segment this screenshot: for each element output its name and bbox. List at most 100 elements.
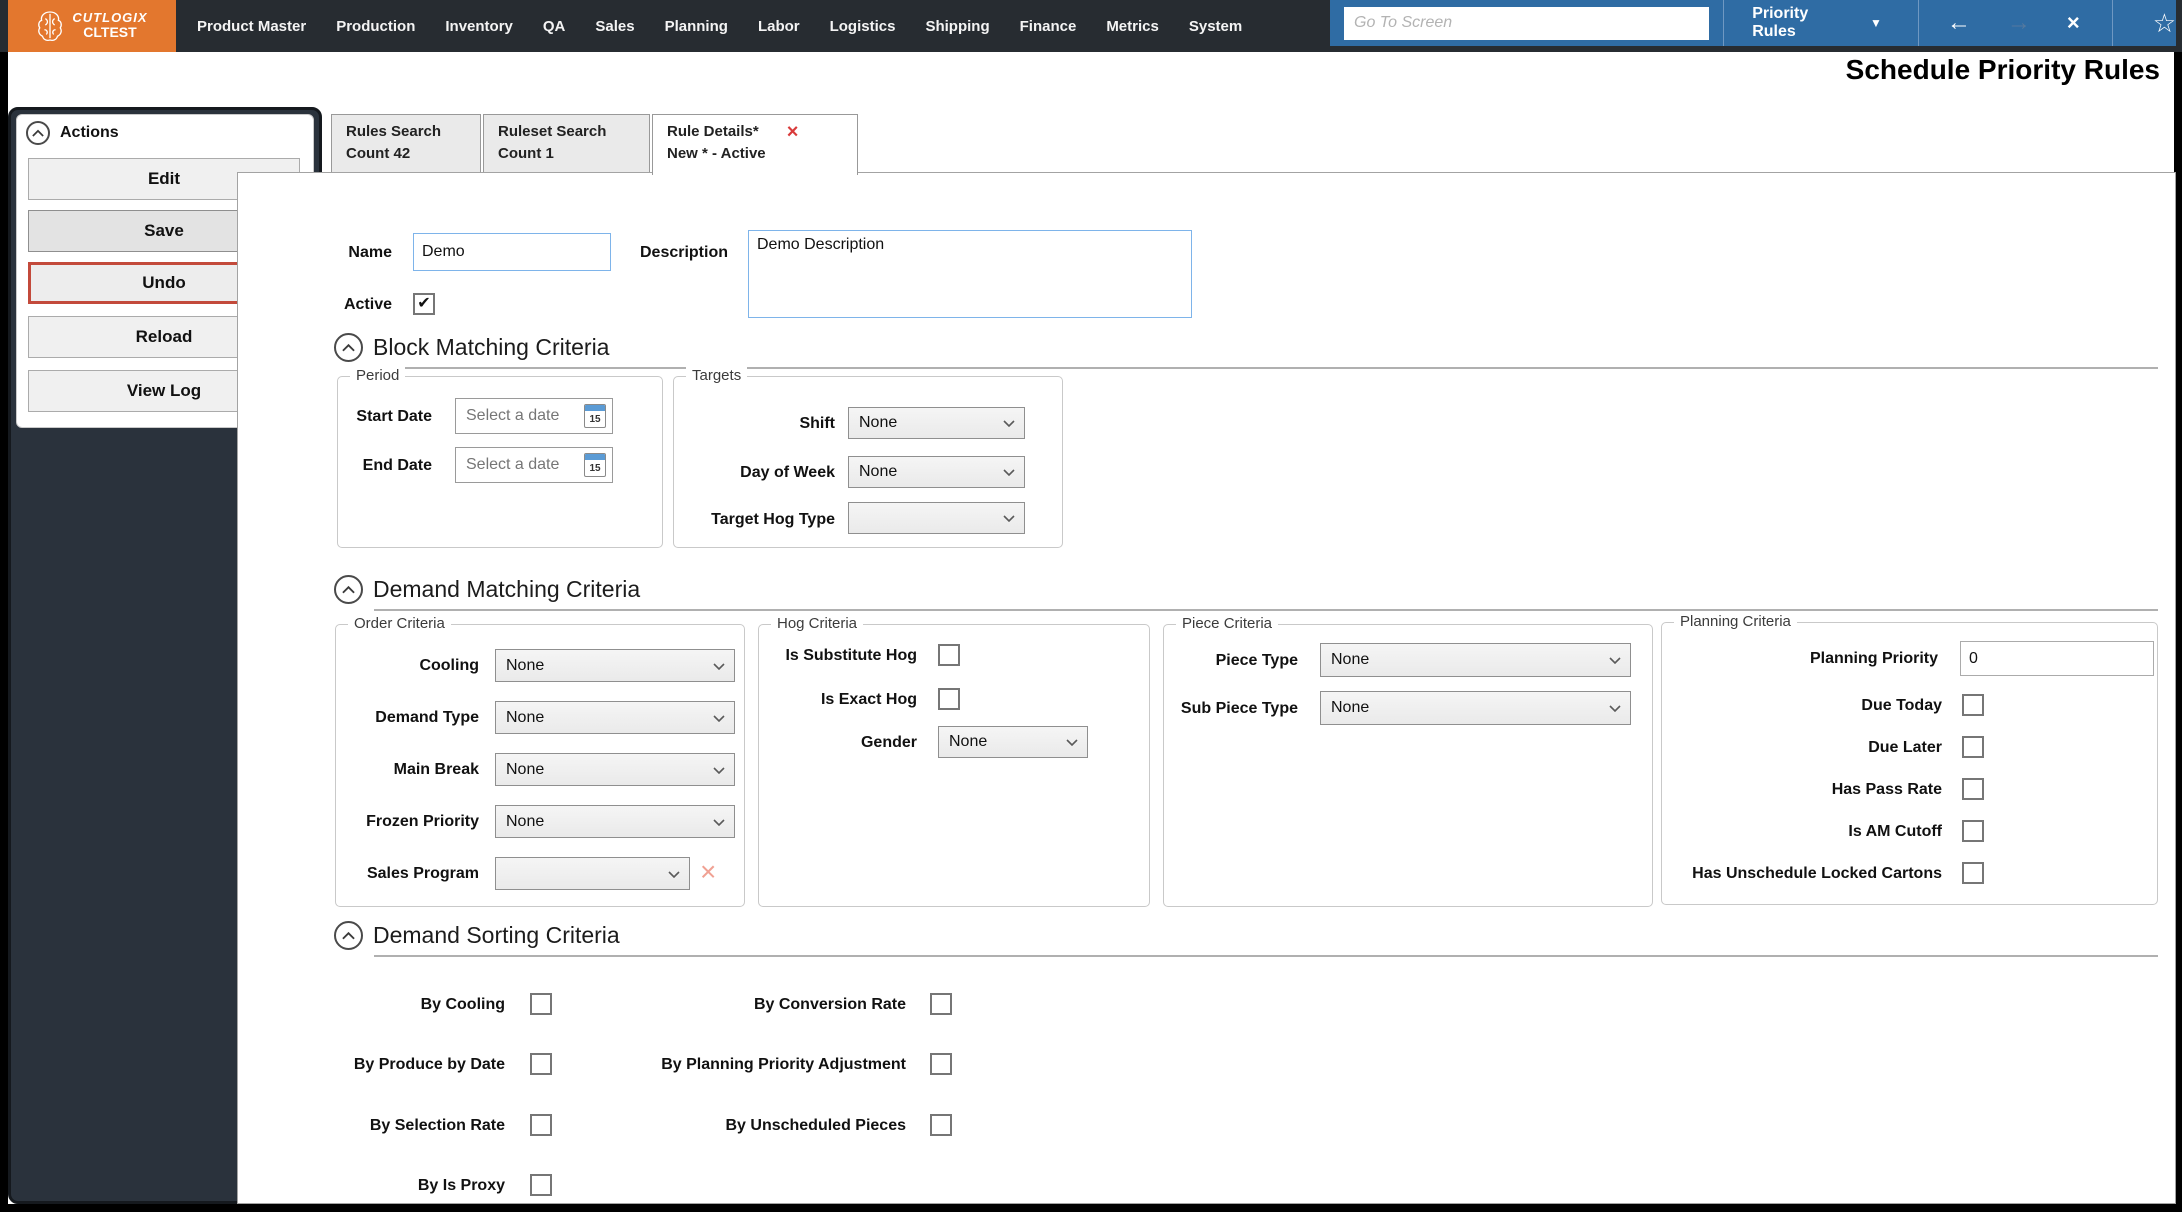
screen-selector-value: Priority Rules xyxy=(1752,5,1809,40)
by-conversion-rate-checkbox[interactable]: ✔ xyxy=(930,993,952,1015)
menu-qa[interactable]: QA xyxy=(528,18,581,35)
hog-criteria-groupbox: Hog Criteria xyxy=(758,615,1150,907)
menu-metrics[interactable]: Metrics xyxy=(1091,18,1174,35)
due-today-label: Due Today xyxy=(1861,697,1942,714)
sales-program-select[interactable] xyxy=(495,857,690,890)
menu-sales[interactable]: Sales xyxy=(580,18,649,35)
frozen-priority-select-value: None xyxy=(506,812,545,830)
tab-close-icon[interactable]: × xyxy=(787,122,799,142)
cooling-select[interactable]: None xyxy=(495,649,735,682)
due-later-label: Due Later xyxy=(1868,739,1942,756)
due-later-checkbox[interactable]: ✔ xyxy=(1962,736,1984,758)
tab-ruleset-search[interactable]: Ruleset Search Count 1 xyxy=(483,114,650,173)
by-planning-priority-adjustment-checkbox[interactable]: ✔ xyxy=(930,1053,952,1075)
active-checkbox[interactable]: ✔ xyxy=(413,293,435,315)
by-produce-by-date-label: By Produce by Date xyxy=(353,1056,505,1073)
is-substitute-hog-checkbox[interactable]: ✔ xyxy=(938,644,960,666)
cooling-label: Cooling xyxy=(419,657,479,674)
has-unschedule-locked-cartons-checkbox[interactable]: ✔ xyxy=(1962,862,1984,884)
target-hog-type-select[interactable] xyxy=(848,502,1025,534)
chevron-down-icon xyxy=(1609,705,1621,712)
chevron-down-icon xyxy=(713,818,725,826)
is-am-cutoff-checkbox[interactable]: ✔ xyxy=(1962,820,1984,842)
by-is-proxy-label: By Is Proxy xyxy=(417,1177,505,1194)
menu-production[interactable]: Production xyxy=(321,18,430,35)
menu-shipping[interactable]: Shipping xyxy=(910,18,1004,35)
forward-arrow-icon[interactable]: → xyxy=(2007,11,2031,35)
piece-type-select[interactable]: None xyxy=(1320,643,1631,677)
sub-piece-type-select-value: None xyxy=(1331,699,1370,716)
by-unscheduled-pieces-checkbox[interactable]: ✔ xyxy=(930,1114,952,1136)
has-pass-rate-label: Has Pass Rate xyxy=(1831,781,1942,798)
gender-select[interactable]: None xyxy=(938,726,1088,758)
by-is-proxy-checkbox[interactable]: ✔ xyxy=(530,1174,552,1196)
by-produce-by-date-checkbox[interactable]: ✔ xyxy=(530,1053,552,1075)
demand-type-select[interactable]: None xyxy=(495,701,735,734)
collapse-icon[interactable] xyxy=(334,921,363,950)
toolbar-divider xyxy=(1723,0,1725,46)
end-date-input[interactable]: Select a date 15 xyxy=(455,447,613,483)
sub-piece-type-select[interactable]: None xyxy=(1320,691,1631,725)
menu-planning[interactable]: Planning xyxy=(650,18,743,35)
main-menu: Product Master Production Inventory QA S… xyxy=(182,0,1257,52)
demand-sorting-header: Demand Sorting Criteria xyxy=(334,921,620,950)
toolbar-divider xyxy=(2111,0,2113,46)
back-arrow-icon[interactable]: ← xyxy=(1947,11,1971,35)
brand-environment: CLTEST xyxy=(83,24,137,41)
go-to-screen-input[interactable] xyxy=(1344,6,1710,40)
collapse-icon[interactable] xyxy=(26,121,50,145)
has-pass-rate-checkbox[interactable]: ✔ xyxy=(1962,778,1984,800)
by-cooling-label: By Cooling xyxy=(420,996,505,1013)
by-unscheduled-pieces-label: By Unscheduled Pieces xyxy=(725,1117,906,1134)
has-unschedule-locked-cartons-label: Has Unschedule Locked Cartons xyxy=(1692,865,1942,882)
frozen-priority-select[interactable]: None xyxy=(495,805,735,838)
start-date-input[interactable]: Select a date 15 xyxy=(455,398,613,434)
menu-system[interactable]: System xyxy=(1174,18,1257,35)
favorite-star-icon[interactable]: ☆ xyxy=(2153,8,2176,39)
start-date-label: Start Date xyxy=(356,408,432,425)
chevron-down-icon xyxy=(1609,657,1621,664)
chevron-down-icon xyxy=(1003,515,1015,522)
close-screen-icon[interactable]: × xyxy=(2067,10,2080,36)
period-legend: Period xyxy=(350,367,406,384)
main-break-select[interactable]: None xyxy=(495,753,735,786)
clear-sales-program-icon[interactable]: × xyxy=(700,858,716,886)
hog-criteria-legend: Hog Criteria xyxy=(771,615,864,632)
actions-title: Actions xyxy=(60,124,119,141)
chevron-down-icon xyxy=(713,714,725,722)
gender-label: Gender xyxy=(860,734,917,751)
is-exact-hog-checkbox[interactable]: ✔ xyxy=(938,688,960,710)
toolbar-divider xyxy=(1917,0,1919,46)
menu-labor[interactable]: Labor xyxy=(743,18,815,35)
day-of-week-select[interactable]: None xyxy=(848,456,1025,488)
checkmark-icon: ✔ xyxy=(417,295,431,312)
block-matching-header: Block Matching Criteria xyxy=(334,333,609,362)
tab-rule-details[interactable]: Rule Details* × New * - Active xyxy=(652,114,858,175)
day-of-week-select-value: None xyxy=(859,463,898,480)
section-divider xyxy=(374,955,2158,957)
name-input[interactable] xyxy=(413,233,611,271)
tab-rules-search[interactable]: Rules Search Count 42 xyxy=(331,114,481,173)
piece-type-select-value: None xyxy=(1331,651,1370,668)
by-selection-rate-label: By Selection Rate xyxy=(369,1117,505,1134)
calendar-icon[interactable]: 15 xyxy=(584,404,606,428)
demand-type-select-value: None xyxy=(506,708,545,726)
due-today-checkbox[interactable]: ✔ xyxy=(1962,694,1984,716)
menu-inventory[interactable]: Inventory xyxy=(430,18,528,35)
day-of-week-label: Day of Week xyxy=(740,464,835,481)
collapse-icon[interactable] xyxy=(334,333,363,362)
menu-finance[interactable]: Finance xyxy=(1005,18,1092,35)
menu-product-master[interactable]: Product Master xyxy=(182,18,321,35)
actions-header: Actions xyxy=(26,121,119,145)
screen-selector-dropdown[interactable]: Priority Rules ▼ xyxy=(1730,5,1904,41)
order-criteria-legend: Order Criteria xyxy=(348,615,451,632)
section-divider xyxy=(374,367,2158,369)
by-cooling-checkbox[interactable]: ✔ xyxy=(530,993,552,1015)
by-selection-rate-checkbox[interactable]: ✔ xyxy=(530,1114,552,1136)
shift-select[interactable]: None xyxy=(848,407,1025,439)
description-input[interactable]: Demo Description xyxy=(748,230,1192,318)
menu-logistics[interactable]: Logistics xyxy=(815,18,911,35)
calendar-icon[interactable]: 15 xyxy=(584,453,606,477)
collapse-icon[interactable] xyxy=(334,575,363,604)
planning-priority-input[interactable] xyxy=(1960,641,2154,676)
